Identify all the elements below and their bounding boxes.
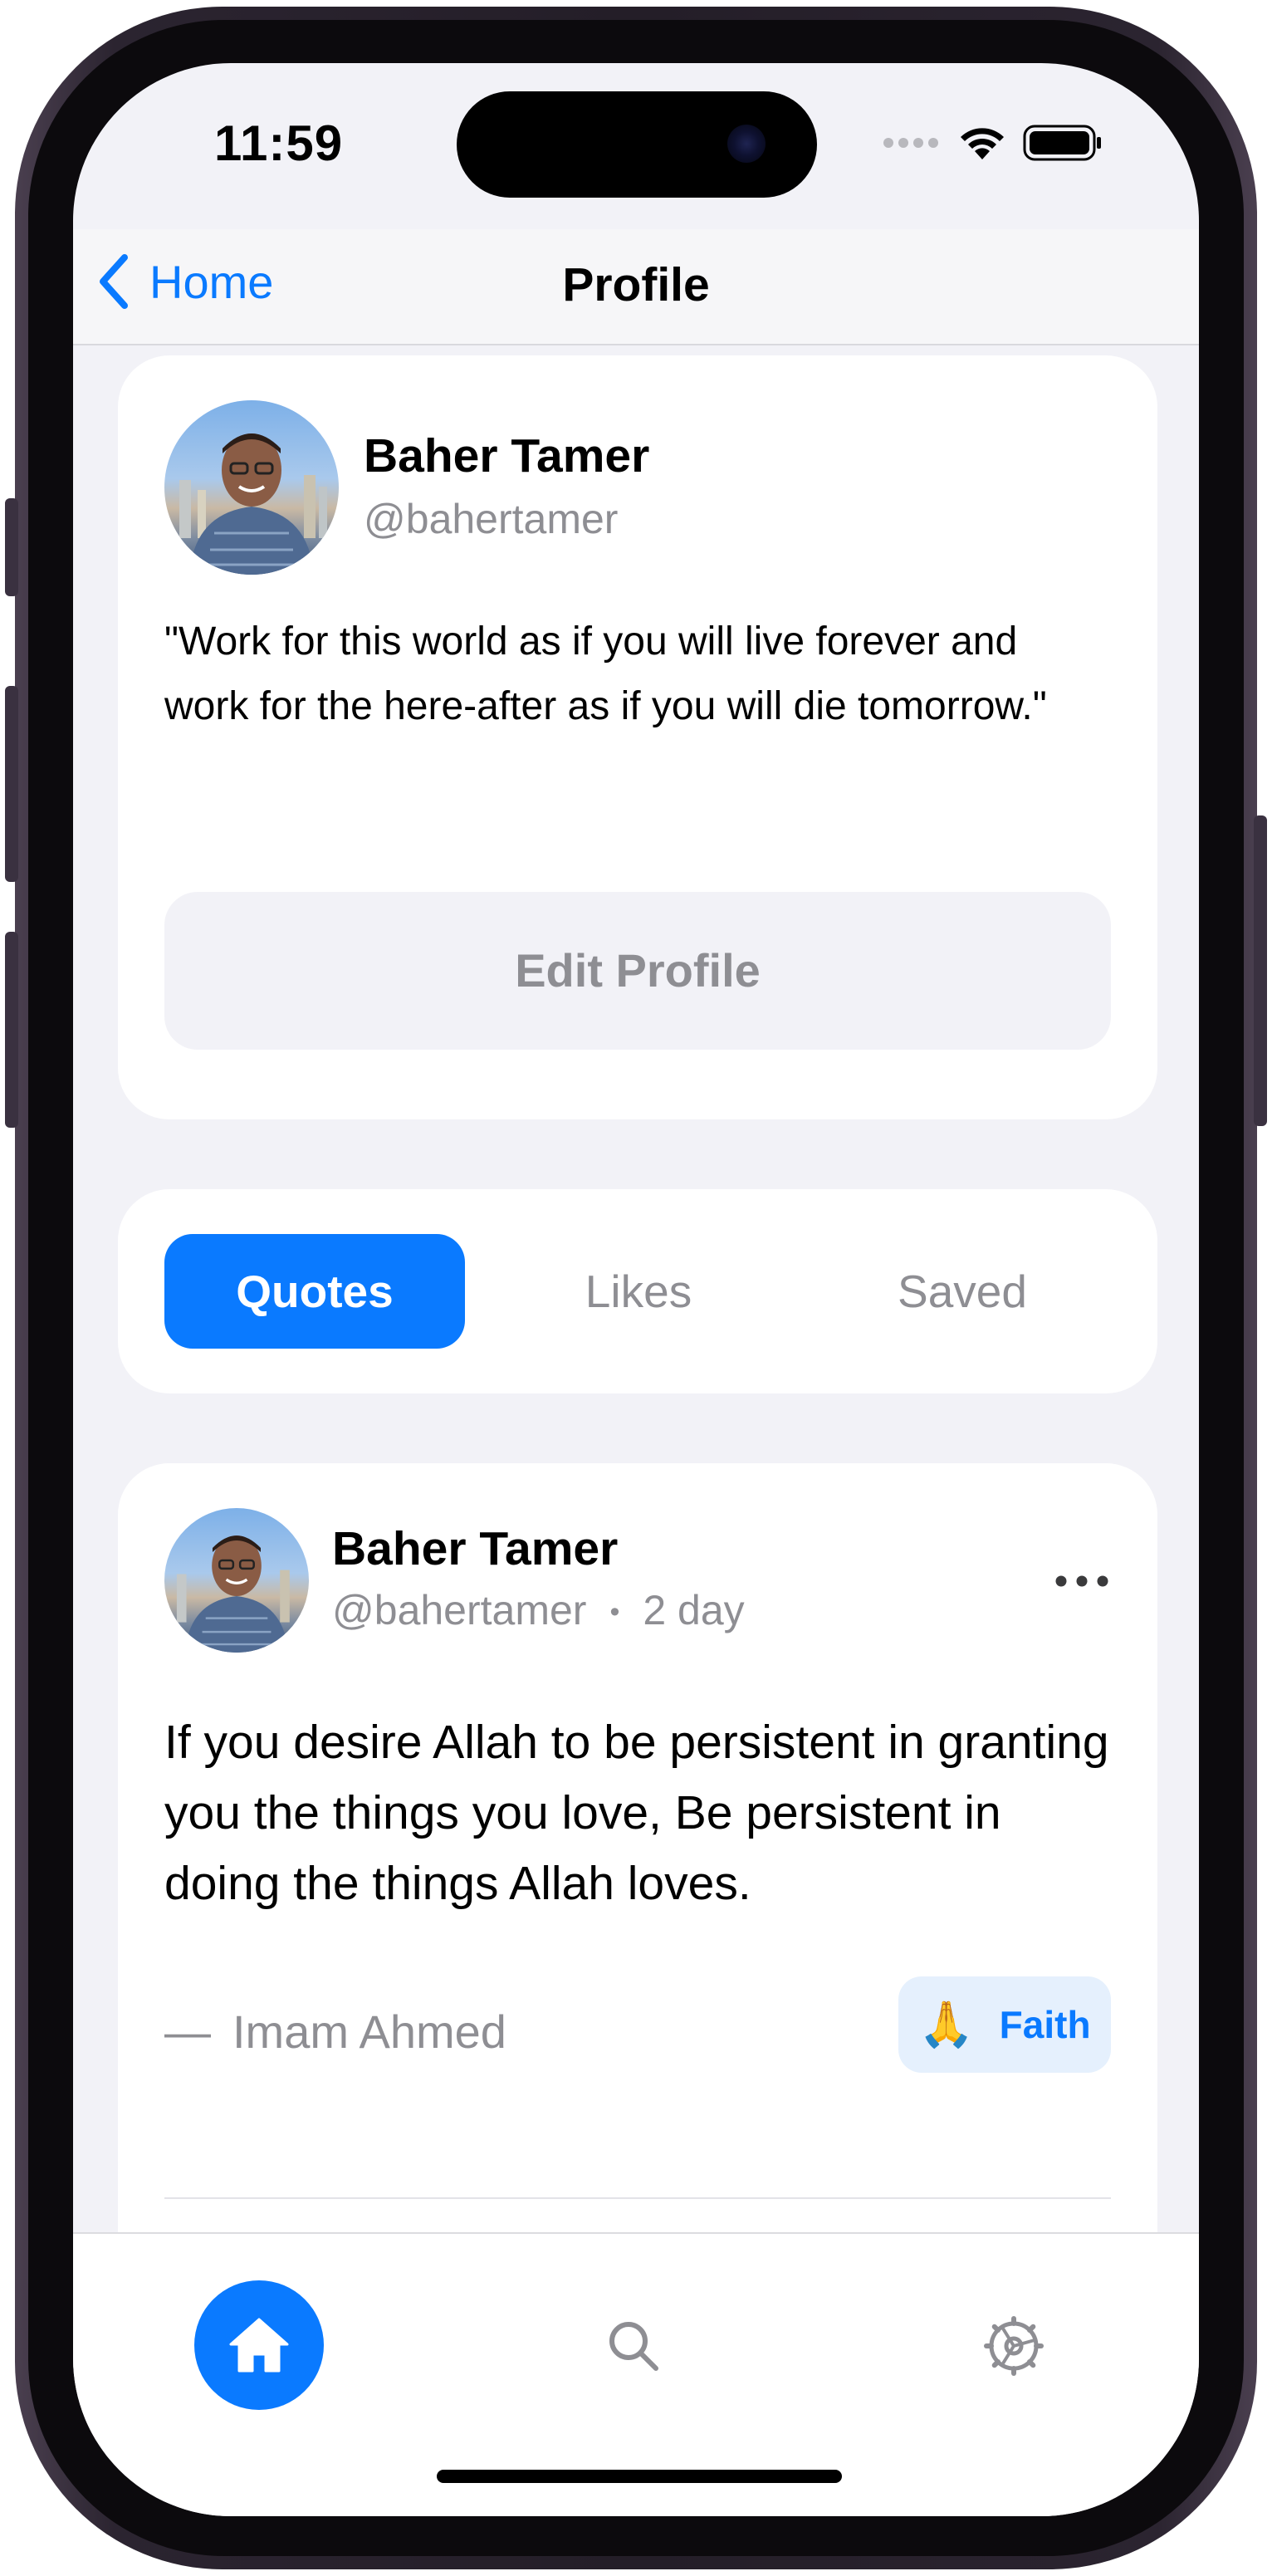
quote-post-card: Baher Tamer @bahertamer • 2 day If you d…	[118, 1463, 1157, 2297]
tab-quotes[interactable]: Quotes	[164, 1234, 465, 1349]
tab-likes[interactable]: Likes	[488, 1234, 789, 1349]
category-tag[interactable]: 🙏 Faith	[898, 1976, 1111, 2073]
post-handle: @bahertamer	[332, 1587, 587, 1633]
post-time: 2 day	[643, 1587, 745, 1633]
search-icon	[609, 2322, 658, 2371]
volume-down-button	[5, 932, 18, 1128]
profile-card: Baher Tamer @bahertamer "Work for this w…	[118, 355, 1157, 1119]
action-button	[5, 498, 18, 596]
meta-separator: •	[609, 1596, 620, 1628]
quote-attribution: — Imam Ahmed	[164, 2005, 506, 2059]
ellipsis-icon	[1055, 1575, 1108, 1587]
front-camera	[727, 125, 766, 163]
post-meta: @bahertamer • 2 day	[332, 1586, 745, 1638]
page-title: Profile	[562, 258, 710, 311]
profile-name: Baher Tamer	[364, 429, 650, 482]
navigation-bar: Home Profile	[73, 229, 1199, 345]
category-label: Faith	[999, 2003, 1091, 2046]
tab-saved[interactable]: Saved	[812, 1234, 1113, 1349]
settings-icon	[984, 2316, 1044, 2376]
power-button	[1254, 815, 1267, 1126]
screen: 11:59 Home Profile Baher Tamer @bahertam…	[73, 63, 1199, 2516]
volume-up-button	[5, 686, 18, 882]
attribution-dash: —	[164, 2005, 211, 2058]
wifi-icon	[961, 128, 1004, 159]
tab-selector: Quotes Likes Saved	[118, 1189, 1157, 1393]
tab-home[interactable]	[194, 2280, 324, 2410]
more-options-button[interactable]	[1053, 1565, 1111, 1598]
tab-settings[interactable]	[983, 2315, 1045, 2377]
quote-author: Imam Ahmed	[232, 2005, 506, 2058]
edit-profile-button[interactable]: Edit Profile	[164, 892, 1111, 1050]
post-divider	[164, 2197, 1111, 2199]
post-avatar[interactable]	[164, 1508, 309, 1653]
profile-handle: @bahertamer	[364, 496, 619, 542]
status-time: 11:59	[214, 115, 344, 171]
post-author-name: Baher Tamer	[332, 1522, 619, 1575]
cellular-icon	[883, 138, 938, 148]
battery-icon	[1023, 125, 1101, 161]
praying-hands-icon: 🙏	[918, 1999, 975, 2050]
home-icon	[229, 2318, 289, 2373]
status-indicators	[882, 118, 1103, 168]
home-indicator[interactable]	[437, 2470, 842, 2483]
quote-text: If you desire Allah to be persistent in …	[164, 1716, 1109, 1910]
profile-bio: "Work for this world as if you will live…	[164, 620, 1047, 728]
tab-search[interactable]	[604, 2317, 663, 2375]
avatar[interactable]	[164, 400, 339, 575]
